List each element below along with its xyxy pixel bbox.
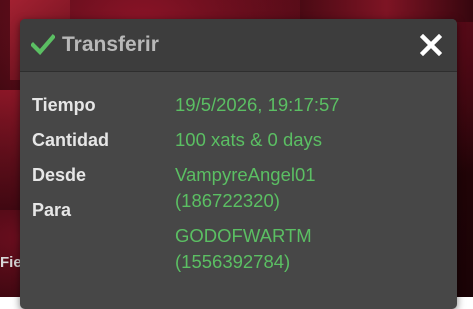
time-label: Tiempo [32,95,96,115]
background-decoration [0,90,22,210]
close-icon[interactable] [420,34,442,56]
from-username[interactable]: VampyreAngel01 [175,162,316,188]
check-icon [31,34,55,55]
dialog-title: Transferir [62,33,159,56]
background-partial-text: Fie [0,254,22,271]
dialog-header: Transferir [20,19,457,72]
time-value: 19/5/2026, 19:17:57 [175,94,340,115]
to-label: Para [32,200,72,220]
to-username[interactable]: GODOFWARTM [175,223,312,249]
amount-value: 100 xats & 0 days [175,129,323,150]
to-user-id: (1556392784) [175,251,291,272]
transfer-dialog: Transferir Tiempo 19/5/2026, 19:17:57 Ca… [20,19,457,309]
from-user-id: (186722320) [175,190,280,211]
amount-label: Cantidad [32,130,110,150]
from-label: Desde [32,165,87,185]
